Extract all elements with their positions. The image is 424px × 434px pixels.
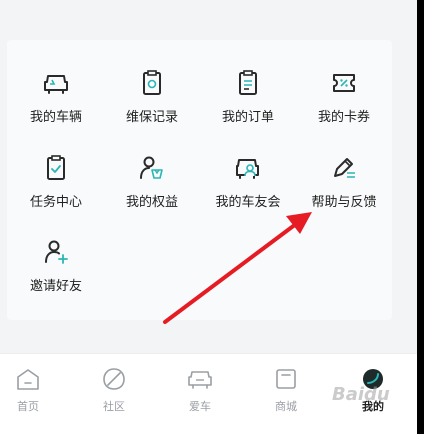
menu-item-label: 任务中心	[29, 195, 82, 210]
menu-item-invite-friends[interactable]: 邀请好友	[8, 237, 104, 307]
tab-label: 社区	[103, 400, 125, 413]
menu-item-maintenance-records[interactable]: 维保记录	[104, 68, 200, 138]
home-icon	[17, 369, 39, 390]
leaf-icon	[103, 368, 125, 390]
menu-item-label: 我的车辆	[29, 110, 82, 125]
menu-item-task-center[interactable]: 任务中心	[8, 153, 104, 223]
order-icon	[239, 70, 257, 95]
task-icon	[47, 155, 65, 180]
menu-item-label: 我的权益	[125, 195, 178, 210]
menu-item-my-orders[interactable]: 我的订单	[200, 68, 296, 138]
menu-item-label: 我的车友会	[215, 195, 281, 210]
car-icon	[44, 75, 68, 94]
menu-item-label: 邀请好友	[29, 279, 82, 294]
menu-item-help-feedback[interactable]: 帮助与反馈	[296, 153, 392, 223]
tab-label: 爱车	[189, 400, 211, 413]
tab-home[interactable]: 首页	[0, 366, 58, 426]
invite-icon	[45, 240, 68, 264]
watermark-logo: Baidu	[332, 384, 390, 405]
menu-item-label: 我的卡券	[317, 110, 370, 125]
maintenance-icon	[143, 70, 161, 95]
menu-item-label: 维保记录	[125, 110, 178, 125]
tab-community[interactable]: 社区	[84, 366, 144, 426]
menu-item-my-benefits[interactable]: 我的权益	[104, 153, 200, 223]
app-screen: 我的车辆 维保记录 我的订单 我的卡券 任务中心 我的权益 我的车友会 帮助与反…	[0, 0, 417, 434]
feedback-icon	[334, 158, 355, 178]
tab-label: 商城	[275, 400, 297, 413]
menu-item-my-vehicle[interactable]: 我的车辆	[8, 68, 104, 138]
benefit-icon	[140, 156, 163, 179]
menu-item-label: 帮助与反馈	[311, 195, 377, 210]
menu-item-my-car-club[interactable]: 我的车友会	[200, 153, 296, 223]
tab-label: 首页	[17, 400, 39, 413]
menu-item-my-coupons[interactable]: 我的卡券	[296, 68, 392, 138]
tab-my-car[interactable]: 爱车	[170, 366, 230, 426]
car-club-icon	[236, 159, 259, 179]
menu-item-label: 我的订单	[221, 110, 274, 125]
service-menu-card: 我的车辆 维保记录 我的订单 我的卡券 任务中心 我的权益 我的车友会 帮助与反…	[7, 40, 392, 320]
car-icon	[188, 371, 212, 389]
coupon-icon	[333, 74, 355, 92]
tab-shop[interactable]: 商城	[256, 366, 316, 426]
shop-icon	[276, 369, 296, 389]
